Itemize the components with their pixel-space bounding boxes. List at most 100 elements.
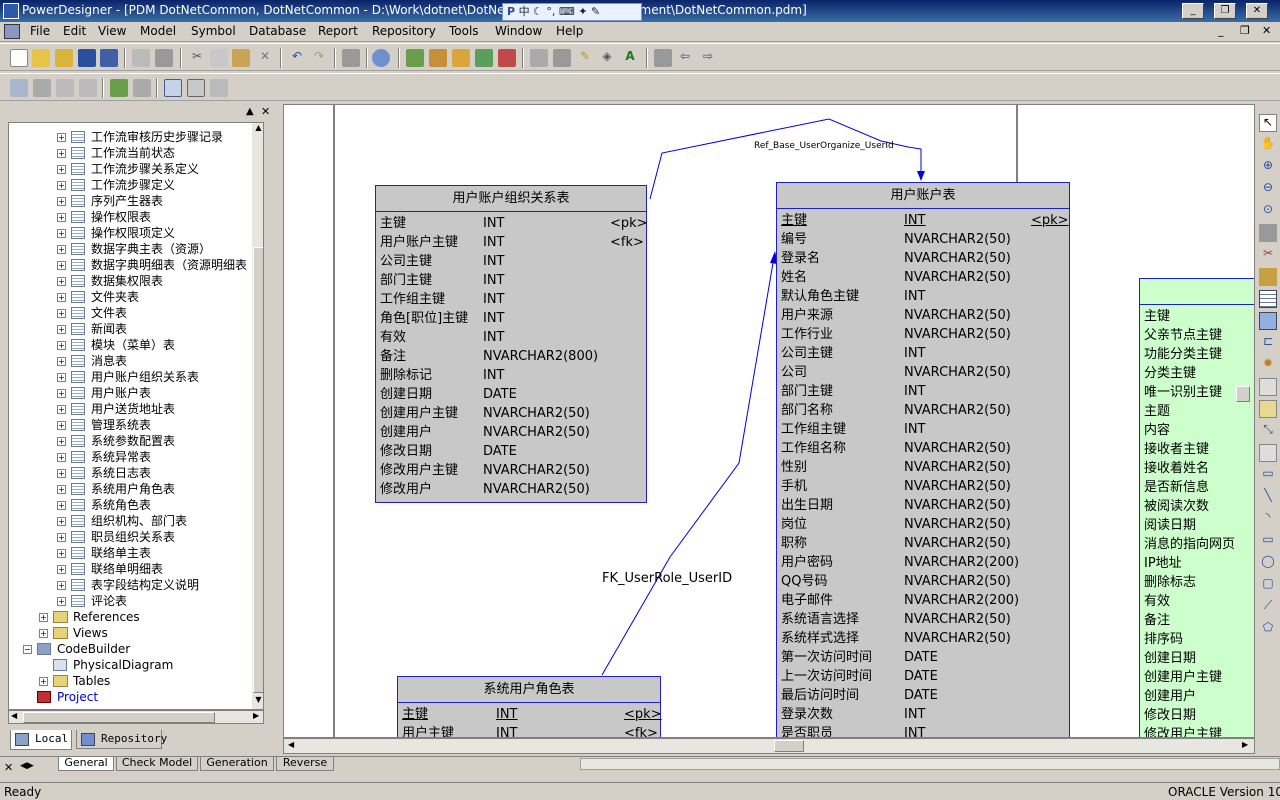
text-tool-icon[interactable] (1259, 444, 1277, 462)
properties-tool-icon[interactable] (1259, 224, 1277, 242)
column-row[interactable]: 角色[职位]主键 INT (380, 309, 642, 328)
column-row[interactable]: 公司主键 INT (781, 344, 1065, 363)
expand-toggle-icon[interactable]: + (57, 501, 66, 510)
tree-item[interactable]: + 联络单主表 (9, 545, 249, 561)
procedure-icon[interactable]: ✹ (1259, 356, 1277, 374)
tab-general[interactable]: General (58, 757, 114, 771)
expand-toggle-icon[interactable]: + (57, 453, 66, 462)
back-icon[interactable]: ⇦ (676, 49, 694, 67)
expand-toggle-icon[interactable]: + (57, 405, 66, 414)
expand-toggle-icon[interactable]: − (23, 645, 32, 654)
tree-item[interactable]: + 用户账户组织关系表 (9, 369, 249, 385)
column-row[interactable]: 职称 NVARCHAR2(50) (781, 534, 1065, 553)
ime-toolbar[interactable]: P 中 ☾ °, ⌨ ✦ ✎ (502, 3, 642, 21)
diagram-vscroll-thumb[interactable] (1236, 386, 1250, 402)
tree-item[interactable]: + 新闻表 (9, 321, 249, 337)
column-row[interactable]: 主键 INT <pk> (402, 705, 662, 724)
ellipse-tool-icon[interactable]: ◯ (1259, 554, 1277, 572)
pointer-icon[interactable]: ↖ (1259, 114, 1277, 132)
menu-database[interactable]: Database (249, 24, 306, 38)
reference-label-user-organize[interactable]: Ref_Base_UserOrganize_UserId (754, 141, 894, 151)
column-row[interactable]: 功能分类主键 (1144, 345, 1254, 364)
zoom-in-icon[interactable]: ⊕ (1259, 158, 1277, 176)
tree-hscroll-thumb[interactable] (23, 712, 215, 723)
mdi-minimize-button[interactable]: _ (1218, 24, 1224, 37)
output-scrollbar[interactable] (580, 758, 1280, 770)
column-row[interactable]: 部门名称 NVARCHAR2(50) (781, 401, 1065, 420)
column-row[interactable]: 创建日期 (1144, 649, 1254, 668)
expand-toggle-icon[interactable]: + (57, 293, 66, 302)
ungroup-icon[interactable] (553, 49, 571, 67)
expand-toggle-icon[interactable]: + (57, 565, 66, 574)
rounded-rect-tool-icon[interactable]: ▢ (1259, 576, 1277, 594)
scroll-down-icon[interactable]: ▼ (253, 695, 263, 707)
tree-item[interactable]: + 系统用户角色表 (9, 481, 249, 497)
expand-toggle-icon[interactable]: + (57, 197, 66, 206)
tab-repository[interactable]: Repository (76, 730, 167, 749)
expand-toggle-icon[interactable]: + (57, 149, 66, 158)
font-icon[interactable]: A (621, 49, 639, 67)
column-row[interactable]: 有效 (1144, 592, 1254, 611)
tree-vertical-scrollbar[interactable]: ▲ ▼ (251, 123, 263, 709)
expand-toggle-icon[interactable]: + (57, 389, 66, 398)
menu-window[interactable]: Window (495, 24, 542, 38)
tab-check-model[interactable]: Check Model (116, 757, 198, 771)
open-icon[interactable] (32, 49, 50, 67)
tree-item[interactable]: + 工作流当前状态 (9, 145, 249, 161)
zoom-view-icon[interactable] (164, 79, 182, 97)
link-icon[interactable] (654, 49, 672, 67)
output-close-icon[interactable]: ✕ (4, 761, 13, 774)
tree-item[interactable]: + 工作流审核历史步骤记录 (9, 129, 249, 145)
tree-item[interactable]: + 职员组织关系表 (9, 529, 249, 545)
tree-item[interactable]: + 系统角色表 (9, 497, 249, 513)
delete-icon[interactable]: ✕ (256, 49, 274, 67)
expand-toggle-icon[interactable]: + (57, 309, 66, 318)
fill-icon[interactable]: ◈ (598, 49, 616, 67)
column-row[interactable]: 排序码 (1144, 630, 1254, 649)
merge-icon[interactable] (452, 49, 470, 67)
panel-close-icon[interactable]: ✕ (261, 105, 270, 118)
column-row[interactable]: 内容 (1144, 421, 1254, 440)
column-row[interactable]: 系统语言选择 NVARCHAR2(50) (781, 610, 1065, 629)
menu-help[interactable]: Help (556, 24, 583, 38)
tree-item[interactable]: + 用户送货地址表 (9, 401, 249, 417)
menu-file[interactable]: File (30, 24, 50, 38)
minimize-button[interactable]: _ (1182, 3, 1204, 19)
column-row[interactable]: 编号 NVARCHAR2(50) (781, 230, 1065, 249)
browser-icon[interactable] (10, 79, 28, 97)
column-row[interactable]: 接收着姓名 (1144, 459, 1254, 478)
tree-item[interactable]: + 用户账户表 (9, 385, 249, 401)
tree-item[interactable]: + 文件表 (9, 305, 249, 321)
save-all-icon[interactable] (100, 49, 118, 67)
copy-icon[interactable] (210, 49, 228, 67)
compare-icon[interactable] (475, 49, 493, 67)
expand-toggle-icon[interactable]: + (57, 421, 66, 430)
tab-local[interactable]: Local (10, 730, 72, 750)
cut-icon[interactable]: ✂ (188, 49, 206, 67)
menu-symbol[interactable]: Symbol (191, 24, 236, 38)
new-icon[interactable] (10, 49, 28, 67)
open-package-icon[interactable]: ⊙ (1259, 202, 1277, 220)
scroll-left-icon[interactable]: ◀ (11, 711, 17, 720)
list-view-icon[interactable] (187, 79, 205, 97)
expand-toggle-icon[interactable]: + (57, 597, 66, 606)
mdi-restore-button[interactable]: ❐ (1240, 24, 1250, 37)
column-row[interactable]: 用户密码 NVARCHAR2(200) (781, 553, 1065, 572)
hand-icon[interactable]: ✋ (1259, 136, 1277, 154)
column-row[interactable]: 工作组主键 INT (781, 420, 1065, 439)
paste-icon[interactable] (232, 49, 250, 67)
column-row[interactable]: 上一次访问时间 DATE (781, 667, 1065, 686)
column-row[interactable]: 创建用户 (1144, 687, 1254, 706)
expand-toggle-icon[interactable]: + (57, 229, 66, 238)
rectangle-tool-icon[interactable]: ▭ (1259, 532, 1277, 550)
column-row[interactable]: 主题 (1144, 402, 1254, 421)
reference-tool-icon[interactable]: ⊏ (1259, 334, 1277, 352)
reference-label-user-role[interactable]: FK_UserRole_UserID (602, 571, 732, 586)
column-row[interactable]: 创建日期 DATE (380, 385, 642, 404)
tree-item[interactable]: PhysicalDiagram (9, 657, 249, 673)
detail-view-icon[interactable] (210, 79, 228, 97)
expand-toggle-icon[interactable]: + (57, 213, 66, 222)
file-icon[interactable] (1259, 378, 1277, 396)
expand-toggle-icon[interactable]: + (57, 437, 66, 446)
column-row[interactable]: 主键 INT <pk> (781, 211, 1069, 230)
